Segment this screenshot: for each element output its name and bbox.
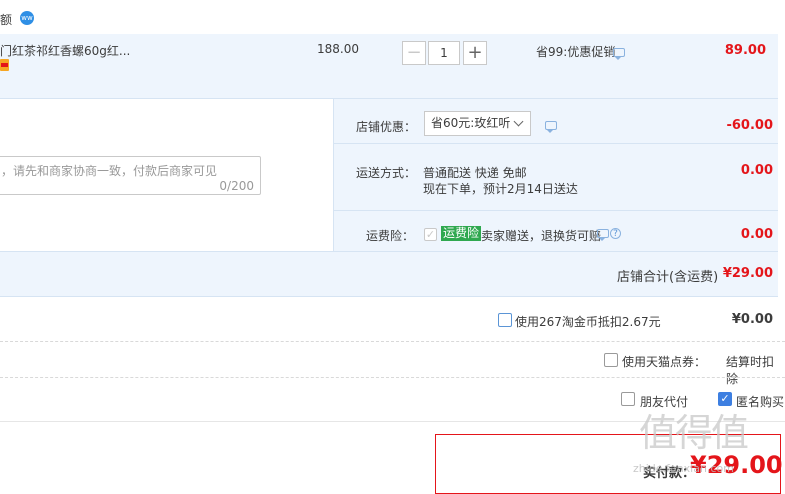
insurance-label: 运费险：: [366, 229, 415, 243]
shipping-label: 运送方式：: [356, 166, 417, 180]
shop-promo-label: 店铺优惠：: [356, 120, 417, 134]
shipping-method: 普通配送 快递 免邮: [423, 166, 527, 180]
chevron-down-icon: [513, 116, 524, 127]
help-icon[interactable]: ?: [610, 228, 621, 239]
shop-promo-amount: -60.00: [726, 118, 773, 133]
item-promo: 省99:优惠促销: [536, 45, 616, 59]
payment-amount: ¥29.00: [690, 451, 783, 479]
tmall-points-checkbox[interactable]: [604, 353, 618, 367]
insurance-checkbox[interactable]: ✓: [424, 228, 437, 241]
shop-total-label: 店铺合计(含运费): [617, 270, 719, 285]
store-name[interactable]: 额: [0, 11, 12, 28]
quantity-increase-button[interactable]: +: [463, 41, 487, 65]
coins-label: 使用267淘金币抵扣2.67元: [515, 315, 661, 329]
tmall-points-note: 结算时扣除: [726, 355, 775, 386]
payment-label: 实付款：: [643, 466, 696, 481]
coins-amount: ¥0.00: [731, 312, 773, 327]
shop-promo-select[interactable]: 省60元:玫红听: [424, 111, 531, 136]
quantity-input[interactable]: 1: [428, 41, 460, 65]
store-header: 额 ww: [0, 0, 785, 34]
insurance-chat-icon[interactable]: [597, 229, 609, 241]
friend-pay-checkbox[interactable]: [621, 392, 635, 406]
promo-chat-icon[interactable]: [613, 48, 625, 60]
tmall-points-label: 使用天猫点券：: [622, 355, 707, 369]
shop-total-amount: ¥29.00: [722, 266, 773, 281]
insurance-amount: 0.00: [740, 227, 773, 242]
item-unit-price: 188.00: [317, 42, 359, 56]
anonymous-checkbox[interactable]: ✓: [718, 392, 732, 406]
wangwang-icon[interactable]: ww: [20, 11, 34, 25]
item-title[interactable]: 门红茶祁红香螺60g红...: [0, 42, 130, 59]
message-textarea[interactable]: ，请先和商家协商一致，付款后商家可见 0/200: [0, 156, 261, 195]
insurance-desc: 卖家赠送，退换货可赔: [481, 229, 602, 243]
item-tag-icon: [0, 59, 9, 71]
message-placeholder: ，请先和商家协商一致，付款后商家可见: [1, 164, 218, 178]
item-subtotal: 89.00: [724, 43, 766, 58]
message-char-counter: 0/200: [219, 179, 254, 193]
anonymous-label[interactable]: 匿名购买: [736, 393, 784, 410]
shop-promo-selected: 省60元:玫红听: [431, 116, 511, 130]
quantity-decrease-button[interactable]: −: [402, 41, 426, 65]
coins-checkbox[interactable]: [498, 313, 512, 327]
quantity-value: 1: [440, 46, 448, 60]
item-row: 门红茶祁红香螺60g红... 188.00 − 1 + 省99:优惠促销 89.…: [0, 34, 778, 98]
shipping-eta: 现在下单，预计2月14日送达: [423, 182, 578, 196]
shipping-amount: 0.00: [740, 163, 773, 178]
payment-summary-box: 实付款： ¥29.00: [435, 434, 783, 494]
shop-promo-chat-icon[interactable]: [545, 121, 557, 133]
insurance-tag: 运费险: [441, 226, 482, 241]
friend-pay-label[interactable]: 朋友代付: [640, 393, 688, 410]
